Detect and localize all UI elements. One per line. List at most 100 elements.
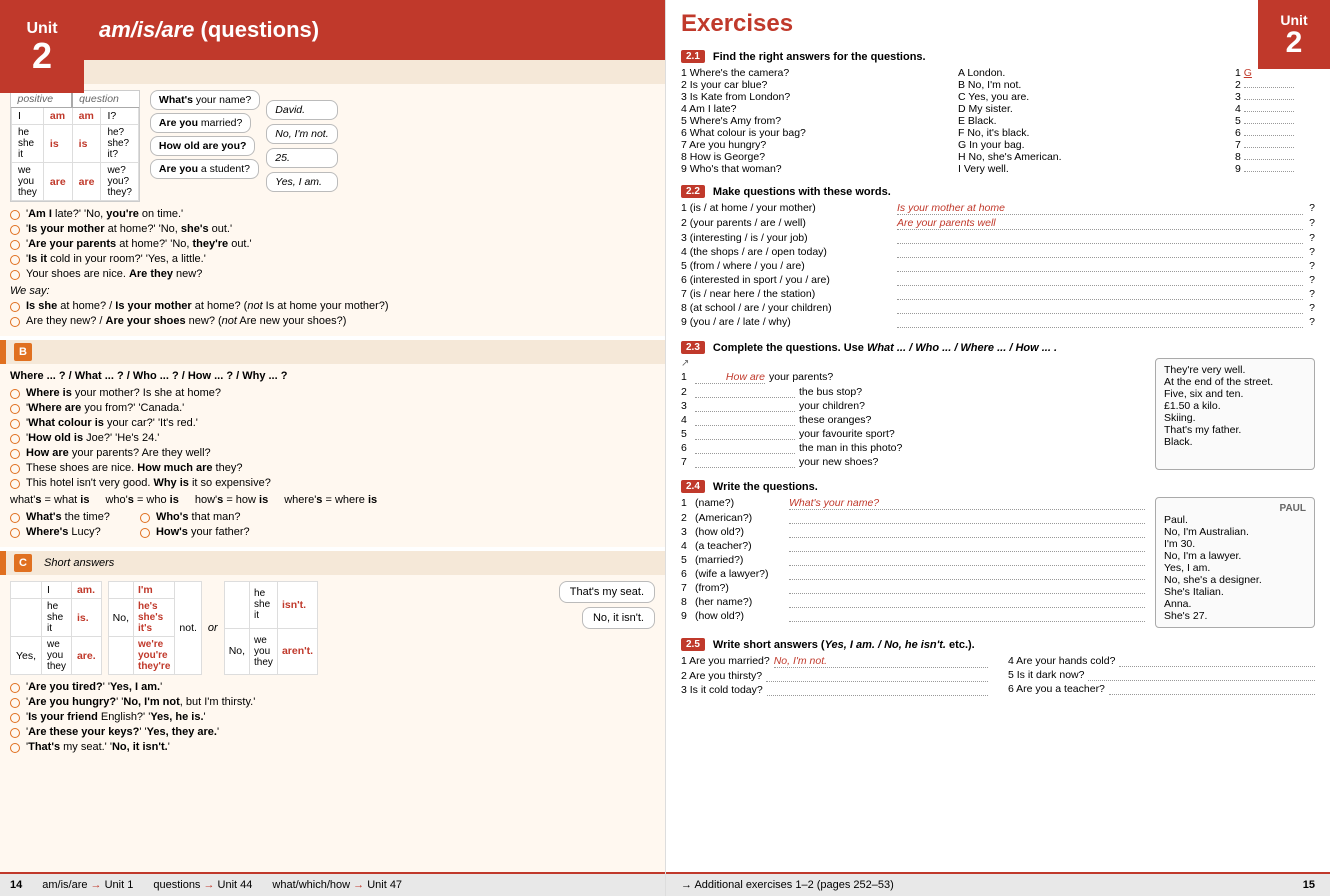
ex24-row-2: 2 (American?) <box>681 512 1145 524</box>
ex25-col1: 1 Are you married? No, I'm not. 2 Are yo… <box>681 655 988 698</box>
unit-badge-right: Unit 2 <box>1258 0 1330 69</box>
ex22-row-7: 7 (is / near here / the station) ? <box>681 288 1315 300</box>
ex23-layout: ↗ 1 How are your parents? 2 the bus stop… <box>681 358 1315 470</box>
q6: 6 What colour is your bag? <box>681 127 948 139</box>
response-4: Yes, I am. <box>266 172 337 192</box>
ex23-row-4: 4 these oranges? <box>681 414 1145 426</box>
ex22-a4 <box>897 246 1303 258</box>
a-my-sister: D My sister. <box>958 103 1225 115</box>
ex23-resp-2: At the end of the street. <box>1164 376 1306 388</box>
ex24-resp-5: Yes, I am. <box>1164 562 1306 574</box>
bullet <box>10 464 20 474</box>
section-c-subtitle: Short answers <box>44 557 114 569</box>
ans9: 9 <box>1235 163 1315 175</box>
ex23-resp-1: They're very well. <box>1164 364 1306 376</box>
ex24-resp-9: She's 27. <box>1164 610 1306 622</box>
c-example: 'Are these your keys?' 'Yes, they are.' <box>10 726 655 738</box>
ex25-col2: 4 Are your hands cold? 5 Is it dark now?… <box>1008 655 1315 698</box>
ex22-q8: 8 (at school / are / your children) <box>681 302 891 314</box>
ex23-header: 2.3 Complete the questions. Use What ...… <box>681 341 1315 354</box>
ex22-a7 <box>897 288 1303 300</box>
additional-note: → Additional exercises 1–2 (pages 252–53… <box>681 879 894 891</box>
we-say: We say: Is she at home? / Is your mother… <box>10 285 655 327</box>
ex22-row-3: 3 (interesting / is / your job) ? <box>681 232 1315 244</box>
ex22-q9: 9 (you / are / late / why) <box>681 316 891 328</box>
ex25-a5 <box>1088 669 1315 681</box>
ex22-a2: Are your parents well <box>897 217 1303 230</box>
left-page: Unit 2 am/is/are (questions) A positive … <box>0 0 665 896</box>
eq3: how's = how is <box>195 494 268 506</box>
example-row: 'Is it cold in your room?' 'Yes, a littl… <box>10 253 655 265</box>
ex24-row-9: 9 (how old?) <box>681 610 1145 622</box>
ex23-instruction: Complete the questions. Use What ... / W… <box>713 342 1057 354</box>
example-row: 'Is your mother at home?' 'No, she's out… <box>10 223 655 235</box>
ex24-a3 <box>789 526 1145 538</box>
bullet <box>10 528 20 538</box>
ex25-row-2: 2 Are you thirsty? <box>681 670 988 682</box>
ex23-resp-5: Skiing. <box>1164 412 1306 424</box>
ex24-row-8: 8 (her name?) <box>681 596 1145 608</box>
ex23-row-3: 3 your children? <box>681 400 1145 412</box>
unit-num-right: 2 <box>1286 28 1303 58</box>
q7: 7 Are you hungry? <box>681 139 948 151</box>
ex21-numbers: 1 G 2 3 4 5 6 7 8 9 <box>1235 67 1315 175</box>
bullet <box>10 419 20 429</box>
ex24-a4 <box>789 540 1145 552</box>
exercises-title: Exercises <box>681 10 1240 38</box>
ex22-items: 1 (is / at home / your mother) Is your m… <box>681 202 1315 328</box>
bullet <box>10 270 20 280</box>
ex22-row-4: 4 (the shops / are / open today) ? <box>681 246 1315 258</box>
ex22-q6: 6 (interested in sport / you / are) <box>681 274 891 286</box>
ex25-a6 <box>1109 683 1315 695</box>
bullet <box>10 404 20 414</box>
ex23-row-1: 1 How are your parents? <box>681 371 1145 384</box>
seat-scene: That's my seat. No, it isn't. <box>326 581 655 629</box>
ex24-row-1: 1 (name?) What's your name? <box>681 497 1145 510</box>
page-title: am/is/are (questions) <box>84 0 665 60</box>
ex24-a5 <box>789 554 1145 566</box>
ex23-label: 2.3 <box>681 341 705 354</box>
ex24-label: 2.4 <box>681 480 705 493</box>
ex25-row-6: 6 Are you a teacher? <box>1008 683 1315 695</box>
ex22-q7: 7 (is / near here / the station) <box>681 288 891 300</box>
yes-table: I am. hesheit is. Yes, weyouthey are. <box>10 581 102 675</box>
ex25-cols: 1 Are you married? No, I'm not. 2 Are yo… <box>681 655 1315 698</box>
or-label: or <box>208 581 218 675</box>
a-no-american: H No, she's American. <box>958 151 1225 163</box>
ex24-a8 <box>789 596 1145 608</box>
bullet <box>10 225 20 235</box>
ex24-resp-7: She's Italian. <box>1164 586 1306 598</box>
c-example: 'Is your friend English?' 'Yes, he is.' <box>10 711 655 723</box>
ex22-q1: 1 (is / at home / your mother) <box>681 202 891 215</box>
example-row: Your shoes are nice. Are they new? <box>10 268 655 280</box>
ex23-row-7: 7 your new shoes? <box>681 456 1145 468</box>
ex23-resp-4: £1.50 a kilo. <box>1164 400 1306 412</box>
q2: 2 Is your car blue? <box>681 79 948 91</box>
ex22-instruction: Make questions with these words. <box>713 186 891 198</box>
exercise-2-2: 2.2 Make questions with these words. 1 (… <box>681 185 1315 330</box>
bullet <box>10 713 20 723</box>
ex24-row-5: 5 (married?) <box>681 554 1145 566</box>
section-a-content: positive question I am am I? hesheit is … <box>0 84 665 336</box>
short-answer-tables: I am. hesheit is. Yes, weyouthey are. <box>10 581 318 675</box>
ex24-row-6: 6 (wife a lawyer?) <box>681 568 1145 580</box>
ex24-instruction: Write the questions. <box>713 481 818 493</box>
q4: 4 Am I late? <box>681 103 948 115</box>
ex23-filled-1: How are <box>695 371 765 384</box>
ex21-header: 2.1 Find the right answers for the quest… <box>681 50 1315 63</box>
bullet <box>10 479 20 489</box>
section-b-title: Where ... ? / What ... ? / Who ... ? / H… <box>10 370 655 382</box>
c-example: 'That's my seat.' 'No, it isn't.' <box>10 741 655 753</box>
ex23-filled-6 <box>695 442 795 454</box>
bullet <box>10 513 20 523</box>
paul-label: PAUL <box>1164 503 1306 514</box>
ex22-a3 <box>897 232 1303 244</box>
ex24-layout: 1 (name?) What's your name? 2 (American?… <box>681 497 1315 628</box>
grammar-table: positive question I am am I? hesheit is … <box>10 90 140 202</box>
unit-badge-left: Unit 2 <box>0 0 84 93</box>
ex24-questions: 1 (name?) What's your name? 2 (American?… <box>681 497 1145 628</box>
section-b-header: B <box>0 340 665 364</box>
ex23-row-2: 2 the bus stop? <box>681 386 1145 398</box>
ex23-responses: They're very well. At the end of the str… <box>1155 358 1315 470</box>
section-a-examples: 'Am I late?' 'No, you're on time.' 'Is y… <box>10 208 655 280</box>
